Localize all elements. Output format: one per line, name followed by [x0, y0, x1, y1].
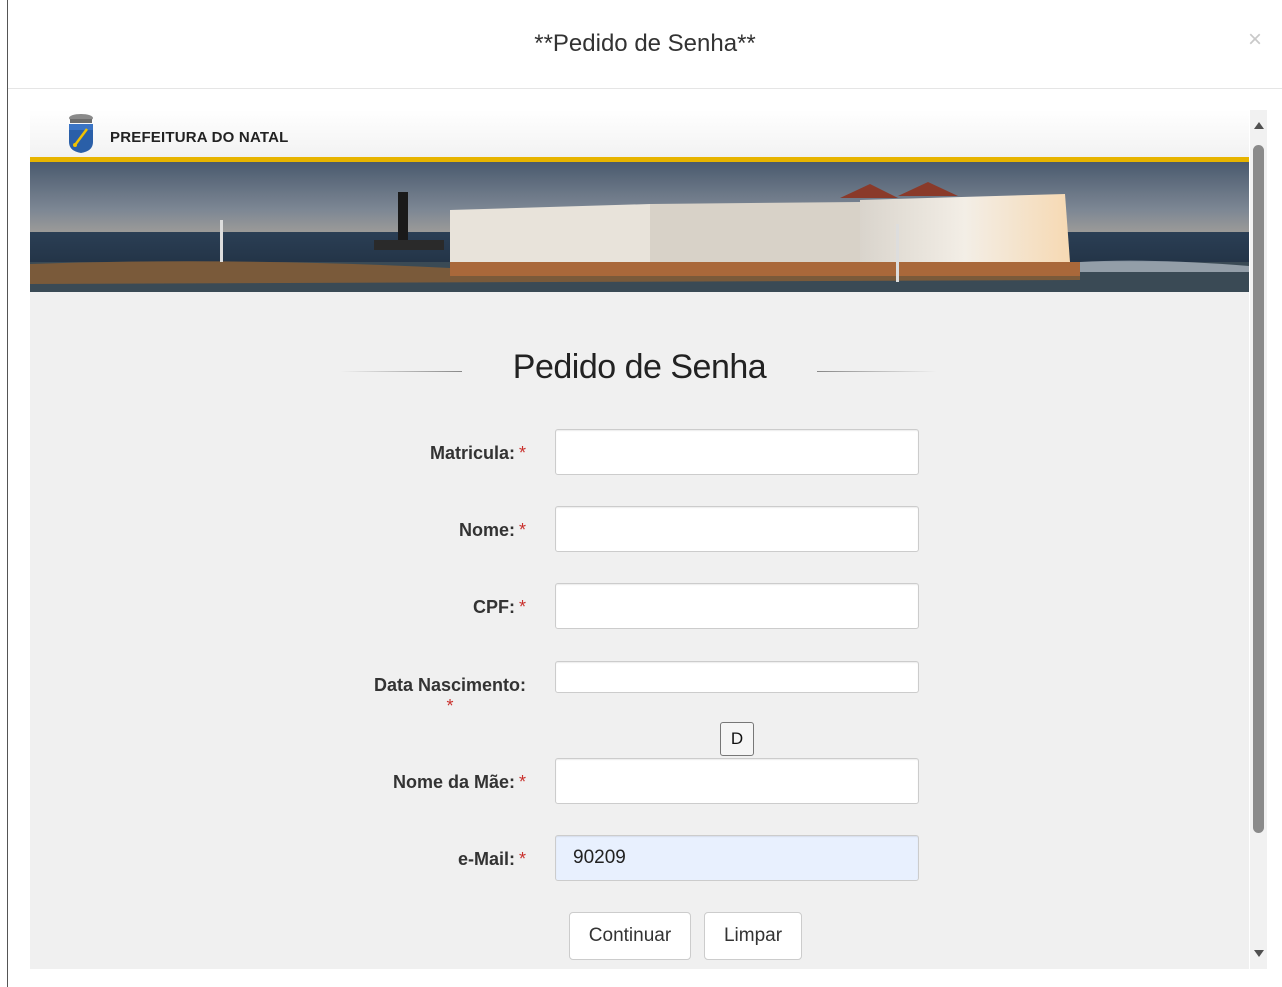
- nome-label: Nome: *: [458, 520, 526, 540]
- cpf-label: CPF: *: [472, 597, 526, 617]
- matricula-label: Matricula: *: [429, 443, 526, 463]
- continue-button[interactable]: Continuar: [569, 912, 691, 960]
- scrollbar-thumb[interactable]: [1253, 145, 1264, 833]
- scroll-down-arrow-icon[interactable]: [1254, 950, 1264, 957]
- scroll-up-arrow-icon[interactable]: [1254, 122, 1264, 129]
- modal-title: **Pedido de Senha**: [534, 30, 756, 57]
- nome-mae-label: Nome da Mãe: *: [392, 772, 526, 792]
- modal-header: **Pedido de Senha** ×: [8, 0, 1282, 89]
- email-label: e-Mail: *: [457, 849, 526, 869]
- cpf-input[interactable]: [555, 583, 919, 629]
- nome-mae-input[interactable]: [555, 758, 919, 804]
- close-icon[interactable]: ×: [1248, 28, 1262, 52]
- data-nascimento-label: Data Nascimento: *: [373, 675, 526, 716]
- nome-input[interactable]: [555, 506, 919, 552]
- email-input[interactable]: [555, 835, 919, 881]
- clear-button[interactable]: Limpar: [704, 912, 802, 960]
- data-nascimento-input[interactable]: [555, 661, 919, 693]
- window-edge: [7, 0, 8, 987]
- matricula-input[interactable]: [555, 429, 919, 475]
- date-picker-button[interactable]: D: [720, 722, 754, 756]
- vertical-scrollbar[interactable]: [1250, 110, 1267, 969]
